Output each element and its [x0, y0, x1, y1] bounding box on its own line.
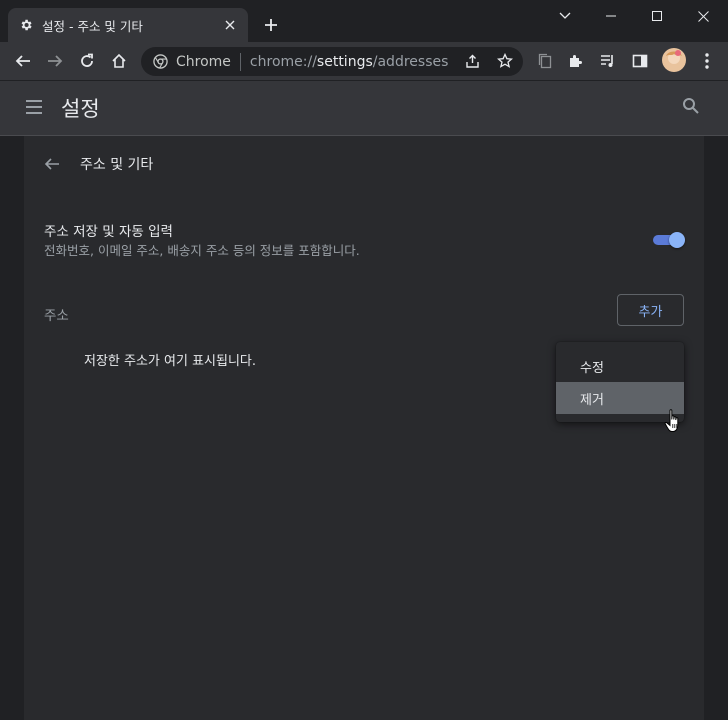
tab-close-icon[interactable]: [222, 17, 238, 33]
copy-icon[interactable]: [534, 50, 556, 72]
reload-icon[interactable]: [76, 50, 98, 72]
browser-toolbar: Chrome chrome://settings/addresses: [0, 42, 728, 80]
add-address-button[interactable]: 추가: [617, 294, 684, 326]
autofill-toggle[interactable]: [653, 232, 685, 248]
more-menu-icon[interactable]: [696, 50, 718, 72]
share-icon[interactable]: [462, 50, 484, 72]
bookmark-star-icon[interactable]: [494, 50, 516, 72]
site-chip: Chrome: [176, 53, 231, 70]
tab-search-icon[interactable]: [542, 0, 588, 32]
subpage-title: 주소 및 기타: [80, 157, 154, 173]
search-icon[interactable]: [682, 97, 704, 119]
menu-item-label: 수정: [580, 360, 604, 376]
minimize-icon[interactable]: [588, 0, 634, 32]
chrome-logo-icon: [153, 54, 168, 69]
gear-icon: [18, 17, 34, 33]
url-scheme: chrome://: [249, 53, 317, 70]
page-title: 설정: [61, 97, 100, 121]
browser-tab[interactable]: 설정 - 주소 및 기타: [8, 8, 248, 42]
menu-item-label: 제거: [580, 392, 604, 408]
tab-title: 설정 - 주소 및 기타: [42, 18, 143, 34]
back-arrow-icon[interactable]: [42, 154, 62, 174]
extensions-puzzle-icon[interactable]: [565, 50, 587, 72]
settings-header: 설정: [0, 80, 728, 136]
home-icon[interactable]: [108, 50, 130, 72]
side-panel-icon[interactable]: [629, 50, 651, 72]
toggle-knob: [669, 232, 685, 248]
addresses-section-label: 주소: [44, 308, 69, 324]
empty-addresses-message: 저장한 주소가 여기 표시됩니다.: [84, 354, 257, 369]
new-tab-button[interactable]: [260, 14, 282, 36]
url-host: settings: [316, 53, 373, 70]
url-path: /addresses: [372, 53, 449, 70]
back-arrow-icon[interactable]: [12, 50, 34, 72]
maximize-icon[interactable]: [634, 0, 680, 32]
hand-cursor-icon: [664, 408, 684, 434]
autofill-setting-title: 주소 저장 및 자동 입력: [44, 224, 173, 240]
settings-card: 주소 및 기타 주소 저장 및 자동 입력 전화번호, 이메일 주소, 배송지 …: [24, 136, 704, 720]
media-queue-icon[interactable]: [597, 50, 619, 72]
omnibox-divider: [239, 52, 241, 71]
autofill-setting-description: 전화번호, 이메일 주소, 배송지 주소 등의 정보를 포함합니다.: [44, 243, 360, 258]
profile-avatar[interactable]: [661, 47, 687, 73]
forward-arrow-icon[interactable]: [44, 50, 66, 72]
window-close-icon[interactable]: [680, 0, 726, 32]
url-text: chrome://settings/addresses: [250, 54, 448, 70]
menu-icon[interactable]: [24, 97, 46, 119]
menu-item-edit[interactable]: 수정: [556, 350, 684, 382]
title-bar: 설정 - 주소 및 기타: [0, 0, 728, 42]
